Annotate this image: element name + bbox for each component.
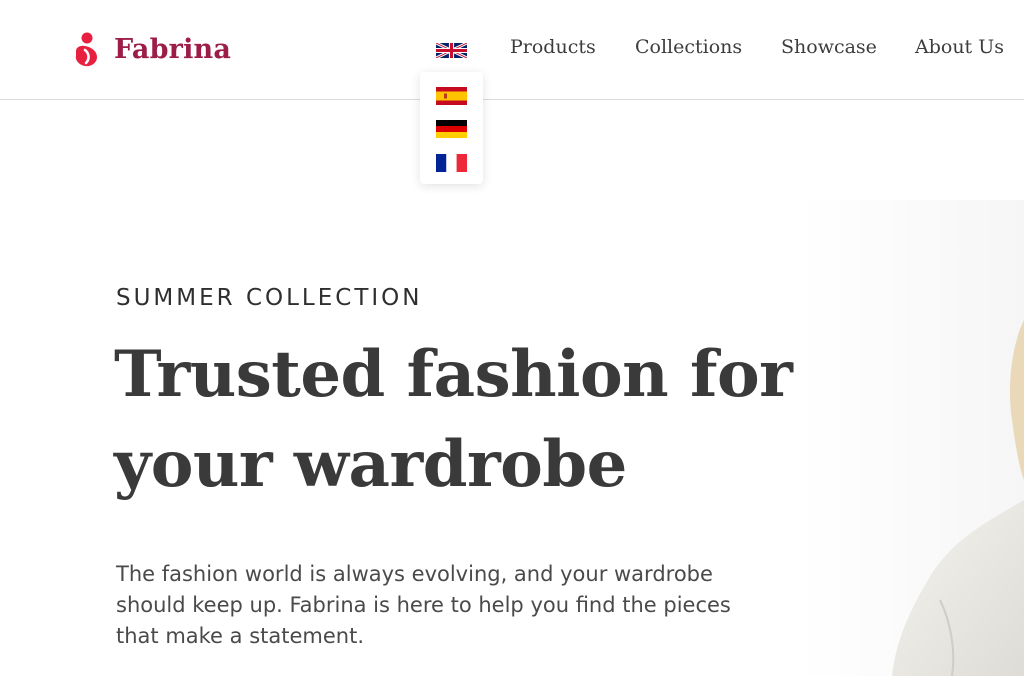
language-dropdown — [420, 72, 483, 184]
site-header: Fabrina Products Collections Showcase Ab… — [0, 0, 1024, 100]
nav-products[interactable]: Products — [510, 36, 596, 58]
main-nav: Products Collections Showcase About Us — [0, 36, 1024, 64]
language-option-german[interactable] — [436, 120, 467, 138]
hero-model-photo — [800, 200, 1024, 676]
nav-about-us[interactable]: About Us — [915, 36, 1004, 58]
spain-flag-icon — [436, 87, 467, 105]
nav-showcase[interactable]: Showcase — [781, 36, 877, 58]
france-flag-icon — [436, 154, 467, 172]
hero-description: The fashion world is always evolving, an… — [116, 562, 731, 648]
language-option-spanish[interactable] — [436, 87, 467, 105]
hero-headline: Trusted fashion for your wardrobe — [114, 337, 793, 502]
germany-flag-icon — [436, 120, 467, 138]
nav-collections[interactable]: Collections — [635, 36, 742, 58]
hero-eyebrow: SUMMER COLLECTION — [116, 285, 423, 311]
language-option-french[interactable] — [436, 154, 467, 172]
model-photo-placeholder — [800, 200, 1024, 676]
